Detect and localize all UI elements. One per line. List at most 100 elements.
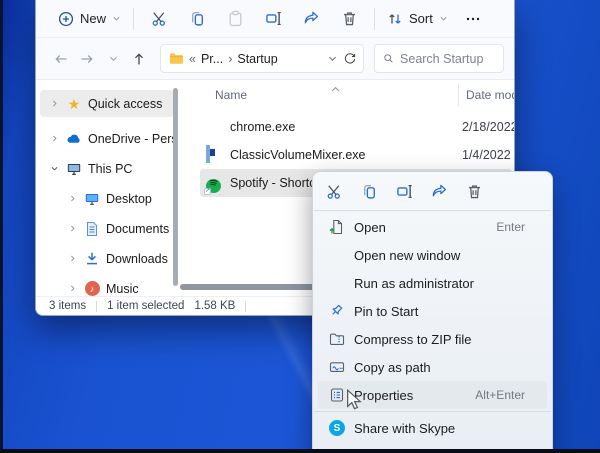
sidebar-item-label: Documents: [106, 222, 169, 236]
sidebar-item-label: Desktop: [106, 192, 152, 206]
delete-button[interactable]: [330, 5, 368, 33]
shortcut-arrow-overlay-icon: ↗: [204, 188, 211, 195]
toolbar-divider: [133, 8, 134, 30]
sort-button[interactable]: Sort: [381, 7, 454, 31]
copy-button[interactable]: [360, 182, 378, 200]
scissors-icon: [151, 10, 168, 27]
forward-arrow-icon: [79, 51, 95, 67]
cloud-icon: [66, 131, 82, 147]
search-input[interactable]: [400, 52, 495, 66]
status-selection-size: 1.58 KB: [194, 300, 235, 312]
sidebar-item-documents[interactable]: Documents: [40, 215, 174, 242]
delete-button[interactable]: [465, 182, 483, 200]
chevron-right-icon[interactable]: [50, 99, 60, 108]
folder-icon: [169, 52, 184, 65]
rename-button[interactable]: [254, 5, 292, 33]
desktop-icon: [84, 191, 100, 207]
chevron-right-icon[interactable]: [68, 224, 78, 233]
menu-item-label: Compress to ZIP file: [354, 332, 472, 347]
search-icon: [383, 52, 394, 65]
sidebar-item-this-pc[interactable]: This PC: [40, 155, 174, 182]
menu-item-share-with-skype[interactable]: S Share with Skype: [318, 414, 547, 442]
menu-item-label: Open new window: [354, 248, 460, 263]
forward-button[interactable]: [74, 46, 100, 72]
status-divider: [245, 301, 246, 312]
chevron-down-icon[interactable]: [50, 164, 60, 173]
file-name: chrome.exe: [230, 120, 295, 134]
refresh-icon[interactable]: [343, 52, 357, 66]
menu-item-run-as-administrator[interactable]: Run as administrator: [318, 269, 547, 297]
properties-icon: [328, 387, 346, 403]
menu-item-copy-as-path[interactable]: Copy as path: [318, 353, 547, 381]
breadcrumb-current[interactable]: Startup: [237, 52, 277, 66]
recent-locations-button[interactable]: [100, 46, 126, 72]
rename-button[interactable]: [395, 182, 413, 200]
open-file-icon: [328, 219, 346, 235]
sidebar-item-onedrive[interactable]: OneDrive - Personal: [40, 125, 174, 152]
chrome-icon: [206, 119, 222, 135]
empty-icon-slot: [328, 247, 346, 263]
trash-icon: [466, 183, 483, 200]
menu-item-label: Pin to Start: [354, 304, 418, 319]
new-button[interactable]: New: [52, 7, 127, 31]
sidebar-item-downloads[interactable]: Downloads: [40, 245, 174, 272]
menu-item-label: Run as administrator: [354, 276, 474, 291]
file-row-classicvolumemixer[interactable]: ClassicVolumeMixer.exe 1/4/2022 1: [200, 141, 512, 169]
column-divider[interactable]: [458, 84, 459, 106]
column-header-name[interactable]: Name: [215, 88, 247, 102]
address-bar[interactable]: « Pr... › Startup: [160, 44, 364, 73]
column-headers: Name Date modi: [178, 84, 514, 106]
menu-item-label: Open: [354, 220, 386, 235]
sidebar-item-label: OneDrive - Personal: [88, 132, 174, 146]
menu-item-open[interactable]: Open Enter: [318, 213, 547, 241]
menu-item-open-new-window[interactable]: Open new window: [318, 241, 547, 269]
skype-icon: S: [328, 420, 346, 436]
trash-icon: [341, 10, 358, 27]
back-button[interactable]: [48, 46, 74, 72]
file-date-modified: 1/4/2022 1: [462, 148, 515, 162]
see-more-button[interactable]: [454, 5, 492, 33]
chevron-right-icon[interactable]: [68, 284, 78, 293]
up-button[interactable]: [126, 46, 152, 72]
sidebar-item-music[interactable]: ♪ Music: [40, 275, 174, 302]
share-button[interactable]: [292, 5, 330, 33]
spotify-shortcut-icon: ↗: [206, 175, 222, 191]
copy-button[interactable]: [178, 5, 216, 33]
up-arrow-icon: [131, 51, 147, 67]
mouse-cursor: [345, 389, 365, 416]
sidebar-item-desktop[interactable]: Desktop: [40, 185, 174, 212]
navigation-bar: « Pr... › Startup: [36, 38, 514, 80]
monitor-icon: [66, 161, 82, 177]
paste-button[interactable]: [216, 5, 254, 33]
copy-path-icon: [328, 359, 346, 375]
sidebar-item-quick-access[interactable]: ★ Quick access: [40, 90, 174, 117]
breadcrumb-overflow[interactable]: «: [189, 52, 196, 66]
chevron-right-icon[interactable]: [50, 134, 60, 143]
cut-button[interactable]: [140, 5, 178, 33]
chevron-right-icon[interactable]: [68, 194, 78, 203]
chevron-down-icon: [439, 14, 448, 23]
share-icon: [431, 183, 448, 200]
document-icon: [84, 221, 100, 237]
share-button[interactable]: [430, 182, 448, 200]
command-toolbar: New Sort: [36, 0, 514, 38]
sidebar-item-label: Downloads: [106, 252, 168, 266]
sort-ascending-icon: [330, 82, 341, 96]
menu-item-shortcut: Alt+Enter: [475, 388, 525, 402]
copy-icon: [361, 183, 378, 200]
toolbar-divider: [374, 8, 375, 30]
star-icon: ★: [66, 96, 82, 112]
chevron-down-icon[interactable]: [327, 53, 338, 64]
rename-icon: [396, 183, 413, 200]
search-box[interactable]: [374, 44, 504, 73]
file-name: ClassicVolumeMixer.exe: [230, 148, 365, 162]
menu-item-label: Share with Skype: [354, 421, 455, 436]
menu-item-compress-to-zip[interactable]: Compress to ZIP file: [318, 325, 547, 353]
menu-item-pin-to-start[interactable]: Pin to Start: [318, 297, 547, 325]
chevron-right-icon[interactable]: [68, 254, 78, 263]
breadcrumb-parent[interactable]: Pr...: [201, 52, 223, 66]
column-header-date-modified[interactable]: Date modi: [466, 88, 515, 102]
cut-button[interactable]: [325, 182, 343, 200]
menu-separator: [314, 210, 551, 211]
file-row-chrome[interactable]: chrome.exe 2/18/2022: [200, 113, 512, 141]
